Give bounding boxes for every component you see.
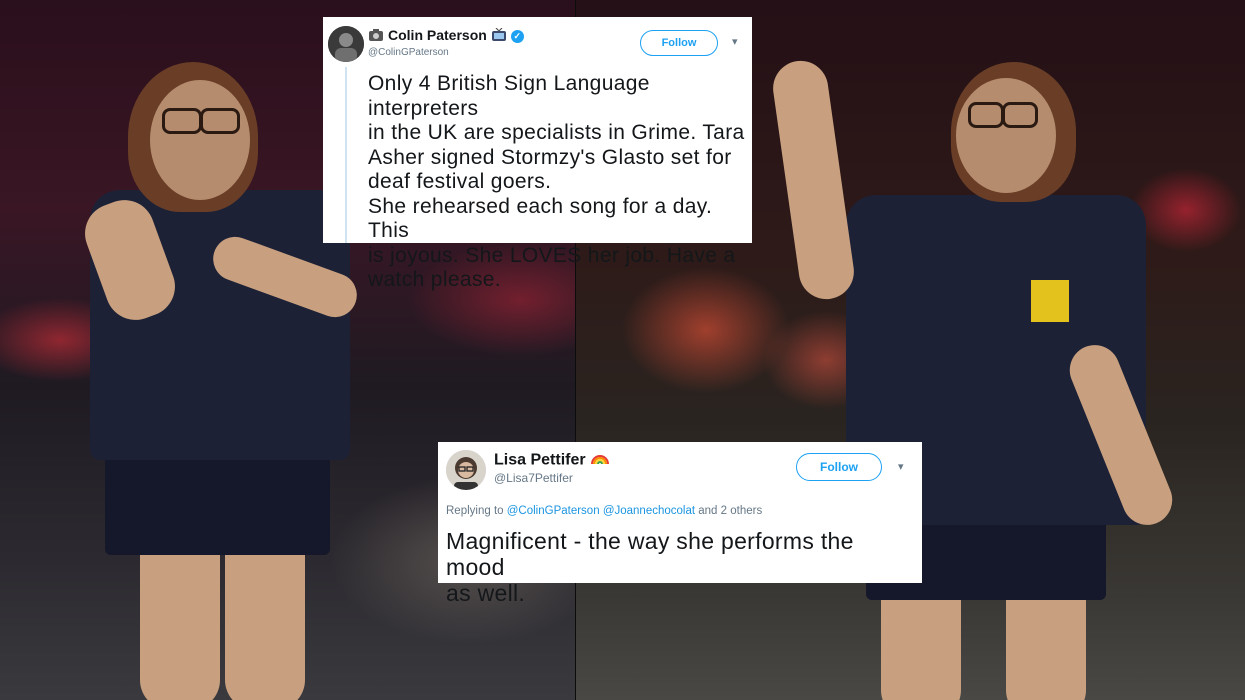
glasses: [968, 102, 1004, 128]
author-avatar[interactable]: [328, 26, 364, 62]
reply-author-handle[interactable]: @Lisa7Pettifer: [494, 471, 573, 485]
reply-author-name-row[interactable]: Lisa Pettifer: [494, 451, 614, 470]
replying-others[interactable]: and 2 others: [698, 505, 762, 517]
tv-emoji-icon: [491, 27, 507, 45]
reply-text: Magnificent - the way she performs the m…: [446, 528, 854, 606]
follow-button[interactable]: Follow: [796, 453, 882, 481]
avatar-image: [328, 26, 364, 62]
glasses: [1002, 102, 1038, 128]
glasses: [200, 108, 240, 134]
author-name-row[interactable]: Colin Paterson ✓: [368, 27, 524, 45]
tweet-text: Only 4 British Sign Language interpreter…: [368, 72, 745, 291]
replying-to-line: Replying to @ColinGPaterson @Joannechoco…: [446, 505, 762, 517]
chevron-down-icon[interactable]: ▾: [898, 460, 904, 473]
mention-link[interactable]: @ColinGPaterson: [507, 505, 600, 517]
author-name[interactable]: Colin Paterson: [388, 27, 487, 43]
replying-prefix: Replying to: [446, 505, 504, 517]
glasses: [162, 108, 202, 134]
author-handle[interactable]: @ColinGPaterson: [368, 47, 449, 58]
mention-link[interactable]: @Joannechocolat: [603, 505, 695, 517]
reply-author-avatar[interactable]: [446, 450, 486, 490]
camera-emoji-icon: [368, 28, 384, 45]
raised-arm: [769, 57, 858, 303]
shirt-badge: [1031, 280, 1069, 322]
face: [150, 80, 250, 200]
reply-author-name[interactable]: Lisa Pettifer: [494, 452, 586, 469]
main-tweet-card: Colin Paterson ✓ @ColinGPaterson Follow …: [323, 17, 752, 291]
avatar-image: [446, 450, 486, 490]
rainbow-emoji-icon: [590, 451, 610, 470]
thread-line: [345, 67, 347, 243]
follow-button[interactable]: Follow: [640, 30, 718, 56]
face: [956, 78, 1056, 193]
reply-tweet-card: Lisa Pettifer @Lisa7Pettifer Follow ▾ Re…: [438, 442, 922, 606]
chevron-down-icon[interactable]: ▾: [732, 35, 738, 48]
verified-badge-icon: ✓: [510, 29, 524, 43]
